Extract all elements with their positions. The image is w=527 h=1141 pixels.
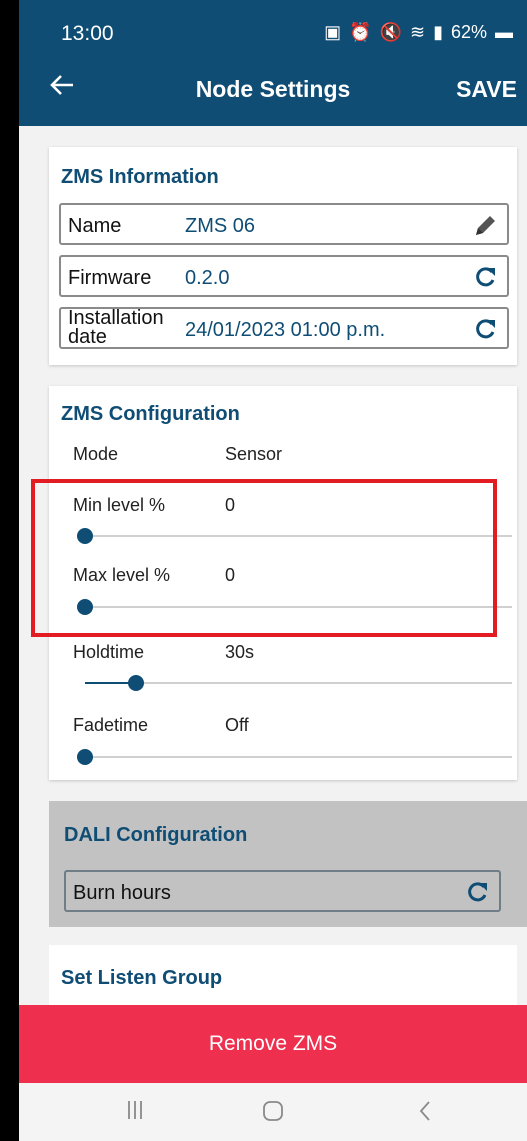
status-icons: ▣ ⏰ 🔇 ≋ ▮ 62% ▬: [324, 22, 513, 43]
battery-text: 62%: [450, 22, 487, 42]
edit-pencil-icon[interactable]: [472, 211, 498, 239]
refresh-icon[interactable]: [472, 315, 498, 343]
fadetime-slider-thumb[interactable]: [77, 749, 93, 765]
remove-zms-button[interactable]: Remove ZMS: [19, 1005, 527, 1083]
dali-configuration-title: DALI Configuration: [64, 824, 248, 846]
burn-hours-row[interactable]: Burn hours: [64, 870, 501, 912]
wifi-icon: ≋: [409, 22, 426, 42]
mode-label: Mode: [73, 444, 119, 464]
firmware-label: Firmware: [68, 267, 152, 289]
status-time: 13:00: [61, 22, 114, 45]
firmware-row[interactable]: Firmware 0.2.0: [59, 255, 509, 297]
refresh-icon[interactable]: [472, 263, 498, 291]
photo-icon: ▣: [324, 22, 342, 42]
fadetime-label: Fadetime: [73, 715, 149, 735]
burn-hours-label: Burn hours: [73, 882, 171, 904]
battery-icon: ▬: [495, 22, 513, 42]
zms-configuration-title: ZMS Configuration: [61, 403, 240, 425]
page-title: Node Settings: [195, 76, 351, 102]
app-bar: 13:00 ▣ ⏰ 🔇 ≋ ▮ 62% ▬ Node Settings SAVE: [19, 0, 527, 126]
highlight-box: [31, 479, 497, 637]
zms-information-card: ZMS Information Name ZMS 06 Firmware 0.2…: [49, 147, 517, 365]
refresh-icon[interactable]: [464, 878, 490, 906]
recent-apps-icon[interactable]: [127, 1099, 143, 1126]
save-button[interactable]: SAVE: [456, 76, 517, 103]
home-icon[interactable]: [261, 1099, 285, 1128]
name-label: Name: [68, 215, 122, 237]
installation-date-value: 24/01/2023 01:00 p.m.: [185, 319, 386, 341]
mode-value[interactable]: Sensor: [225, 444, 282, 465]
fadetime-slider[interactable]: [77, 749, 512, 765]
zms-information-title: ZMS Information: [61, 166, 219, 188]
dali-configuration-card: DALI Configuration Burn hours: [49, 801, 527, 927]
name-row[interactable]: Name ZMS 06: [59, 203, 509, 245]
set-listen-group-title: Set Listen Group: [61, 967, 223, 989]
fadetime-value: Off: [225, 715, 249, 735]
name-value: ZMS 06: [185, 215, 256, 237]
holdtime-slider[interactable]: [85, 675, 512, 691]
holdtime-label: Holdtime: [73, 642, 145, 662]
mute-icon: 🔇: [379, 22, 402, 42]
holdtime-slider-thumb[interactable]: [128, 675, 145, 691]
back-icon[interactable]: [417, 1099, 433, 1128]
installation-date-label: Installation date: [68, 307, 164, 348]
firmware-value: 0.2.0: [185, 267, 230, 289]
signal-icon: ▮: [433, 22, 443, 42]
phone-screen: 13:00 ▣ ⏰ 🔇 ≋ ▮ 62% ▬ Node Settings SAVE…: [19, 0, 527, 1141]
installation-date-row[interactable]: Installation date 24/01/2023 01:00 p.m.: [59, 307, 509, 349]
holdtime-value: 30s: [225, 642, 255, 662]
system-nav-bar: [19, 1083, 527, 1141]
alarm-icon: ⏰: [349, 22, 372, 42]
